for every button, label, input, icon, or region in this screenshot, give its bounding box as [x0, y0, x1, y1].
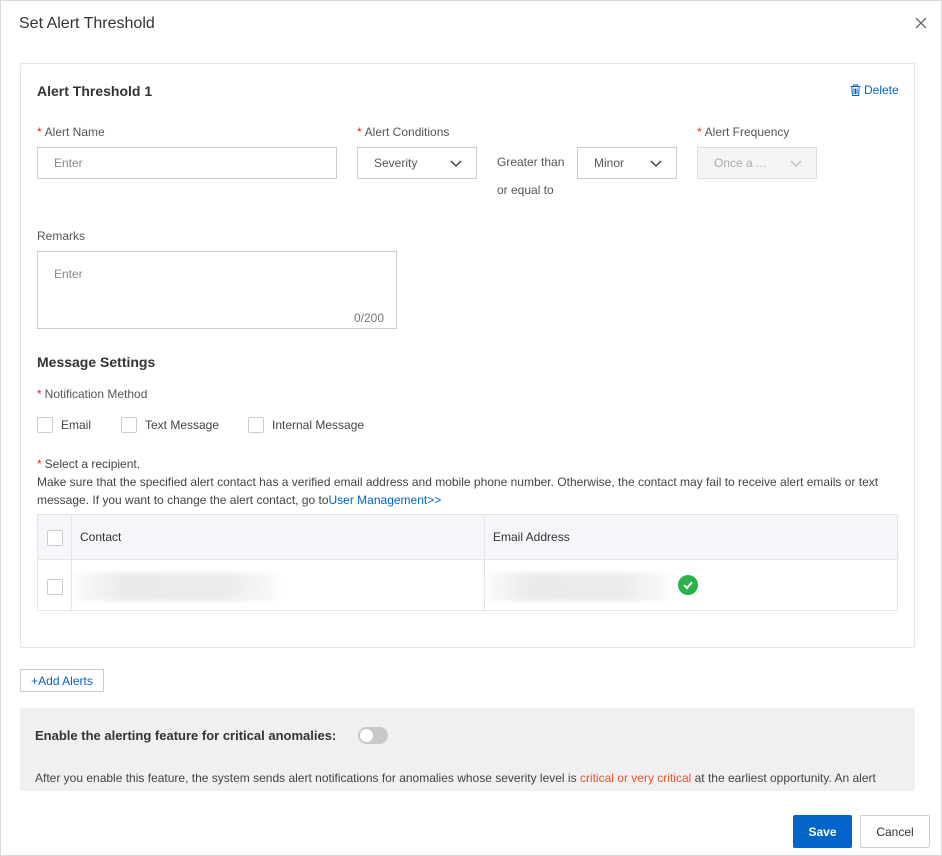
contact-name-redacted	[74, 573, 279, 601]
critical-anomalies-description: After you enable this feature, the syste…	[35, 771, 876, 785]
method-text-message-label: Text Message	[145, 418, 220, 432]
alert-frequency-value: Once a ...	[714, 156, 767, 170]
condition-level-select[interactable]: Minor	[577, 147, 677, 179]
threshold-title: Alert Threshold 1	[37, 83, 153, 99]
remarks-placeholder: Enter	[54, 267, 83, 281]
delete-button[interactable]: Delete	[850, 83, 899, 97]
column-divider	[484, 515, 485, 610]
alert-frequency-label: * Alert Frequency	[697, 125, 790, 139]
email-redacted	[486, 573, 671, 601]
method-email-checkbox[interactable]: Email	[37, 417, 91, 433]
select-all-checkbox[interactable]	[47, 530, 63, 546]
remarks-counter: 0/200	[353, 311, 384, 325]
operator-line2: or equal to	[497, 183, 554, 197]
table-header: Contact Email Address	[38, 515, 897, 560]
column-divider	[71, 515, 72, 610]
chevron-down-icon	[650, 160, 662, 167]
condition-metric-value: Severity	[374, 156, 418, 170]
trash-icon	[850, 84, 861, 96]
cancel-button[interactable]: Cancel	[860, 815, 930, 848]
alert-name-label: * Alert Name	[37, 125, 105, 139]
dialog-title: Set Alert Threshold	[19, 15, 155, 32]
add-alerts-button[interactable]: +Add Alerts	[20, 669, 104, 692]
save-button[interactable]: Save	[793, 815, 852, 848]
alert-threshold-card: Alert Threshold 1 Delete * Alert Name Ent…	[20, 63, 915, 648]
recipient-note-text: Make sure that the specified alert conta…	[37, 475, 879, 507]
method-internal-message-checkbox[interactable]: Internal Message	[248, 417, 364, 433]
condition-metric-select[interactable]: Severity	[357, 147, 477, 179]
check-circle-icon	[678, 575, 698, 595]
remarks-label: Remarks	[37, 229, 86, 243]
notification-method-label: * Notification Method	[37, 387, 148, 401]
set-alert-threshold-dialog: Set Alert Threshold Alert Threshold 1 De…	[0, 0, 942, 856]
delete-label: Delete	[864, 83, 899, 97]
recipient-note: * Select a recipient. Make sure that the …	[37, 457, 879, 507]
critical-anomalies-title: Enable the alerting feature for critical…	[35, 728, 337, 743]
alert-name-placeholder: Enter	[54, 156, 83, 170]
recipient-table: Contact Email Address	[37, 514, 898, 611]
column-email-address: Email Address	[493, 530, 570, 544]
alert-frequency-select: Once a ...	[697, 147, 817, 179]
alert-conditions-label: * Alert Conditions	[357, 125, 450, 139]
chevron-down-icon	[450, 160, 462, 167]
message-settings-title: Message Settings	[37, 354, 156, 370]
method-email-label: Email	[61, 418, 92, 432]
remarks-textarea[interactable]: Enter 0/200	[37, 251, 397, 329]
alert-name-input[interactable]: Enter	[37, 147, 337, 179]
critical-highlight: critical or very critical	[579, 771, 692, 785]
close-icon[interactable]	[914, 16, 928, 30]
checkbox[interactable]	[121, 417, 137, 433]
column-contact: Contact	[80, 530, 122, 544]
recipient-label: Select a recipient.	[44, 457, 141, 471]
row-checkbox[interactable]	[47, 579, 63, 595]
method-text-message-checkbox[interactable]: Text Message	[121, 417, 219, 433]
critical-anomalies-panel: Enable the alerting feature for critical…	[20, 708, 915, 791]
toggle-knob	[360, 729, 373, 742]
user-management-link[interactable]: User Management>>	[329, 493, 442, 507]
critical-alert-toggle[interactable]	[358, 727, 388, 744]
checkbox[interactable]	[248, 417, 264, 433]
operator-line1: Greater than	[497, 155, 565, 169]
condition-level-value: Minor	[594, 156, 625, 170]
checkbox[interactable]	[37, 417, 53, 433]
method-internal-message-label: Internal Message	[272, 418, 365, 432]
chevron-down-icon	[790, 160, 802, 167]
